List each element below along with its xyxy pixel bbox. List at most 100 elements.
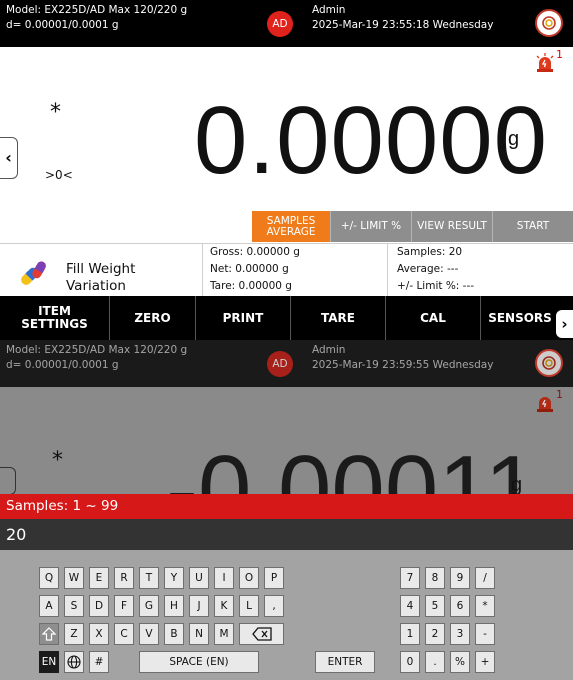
weight-unit[interactable]: g — [508, 128, 519, 151]
model-label: Model: EX225D/AD Max 120/220 g — [6, 344, 188, 356]
key-e[interactable]: E — [89, 567, 109, 589]
app-name: Fill Weight Variation — [66, 261, 135, 295]
key-z[interactable]: Z — [64, 623, 84, 645]
key-m[interactable]: M — [214, 623, 234, 645]
readability-label: d= 0.00001/0.0001 g — [6, 359, 119, 371]
key-j[interactable]: J — [189, 595, 209, 617]
key-x[interactable]: X — [89, 623, 109, 645]
key-plus[interactable]: + — [475, 651, 495, 673]
key-w[interactable]: W — [64, 567, 84, 589]
key-k[interactable]: K — [214, 595, 234, 617]
key-percent[interactable]: % — [450, 651, 470, 673]
power-icon — [535, 349, 563, 377]
key-u[interactable]: U — [189, 567, 209, 589]
user-label: Admin — [312, 4, 346, 16]
print-button[interactable]: PRINT — [196, 296, 291, 340]
key-c[interactable]: C — [114, 623, 134, 645]
power-icon[interactable] — [535, 9, 563, 37]
key-1[interactable]: 1 — [400, 623, 420, 645]
alarm-icon[interactable] — [535, 53, 555, 73]
space-key[interactable]: SPACE (EN) — [139, 651, 259, 673]
ad-badge[interactable]: AD — [267, 11, 293, 37]
key-n[interactable]: N — [189, 623, 209, 645]
item-settings-button[interactable]: ITEM SETTINGS — [0, 296, 110, 340]
pills-icon — [15, 255, 51, 291]
key-i[interactable]: I — [214, 567, 234, 589]
stability-indicator: * — [50, 100, 61, 125]
key-t[interactable]: T — [139, 567, 159, 589]
datetime-label: 2025-Mar-19 23:59:55 Wednesday — [312, 359, 494, 371]
alarm-icon — [535, 393, 555, 413]
stability-indicator: * — [52, 448, 63, 473]
input-dialog-title: Samples: 1 ~ 99 — [0, 494, 573, 519]
key-p[interactable]: P — [264, 567, 284, 589]
key-r[interactable]: R — [114, 567, 134, 589]
key-3[interactable]: 3 — [450, 623, 470, 645]
key-4[interactable]: 4 — [400, 595, 420, 617]
ad-badge: AD — [267, 351, 293, 377]
cal-button[interactable]: CAL — [386, 296, 481, 340]
samples-count: Samples: 20 — [397, 246, 463, 258]
key-asterisk[interactable]: * — [475, 595, 495, 617]
key-b[interactable]: B — [164, 623, 184, 645]
key-5[interactable]: 5 — [425, 595, 445, 617]
key-g[interactable]: G — [139, 595, 159, 617]
key-a[interactable]: A — [39, 595, 59, 617]
chevron-left-icon — [0, 467, 16, 495]
sample-count-input[interactable]: 20 — [0, 519, 573, 550]
chevron-left-icon[interactable]: ‹ — [0, 137, 18, 179]
key-comma[interactable]: , — [264, 595, 284, 617]
view-result-button[interactable]: VIEW RESULT — [412, 211, 493, 242]
action-bar: SAMPLES AVERAGE +/- LIMIT % VIEW RESULT … — [252, 211, 573, 242]
key-7[interactable]: 7 — [400, 567, 420, 589]
weight-display: 0.00000 — [194, 87, 549, 194]
key-0[interactable]: 0 — [400, 651, 420, 673]
key-h[interactable]: H — [164, 595, 184, 617]
key-f[interactable]: F — [114, 595, 134, 617]
globe-icon[interactable] — [64, 651, 84, 673]
limit-value: +/- Limit %: --- — [397, 280, 475, 292]
on-screen-keyboard: Q W E R T Y U I O P 7 8 9 / A S D F G H … — [0, 550, 573, 680]
status-header: Model: EX225D/AD Max 120/220 g d= 0.0000… — [0, 0, 573, 47]
readability-label: d= 0.00001/0.0001 g — [6, 19, 119, 31]
key-hash[interactable]: # — [89, 651, 109, 673]
key-s[interactable]: S — [64, 595, 84, 617]
model-label: Model: EX225D/AD Max 120/220 g — [6, 4, 188, 16]
key-v[interactable]: V — [139, 623, 159, 645]
backspace-icon[interactable] — [239, 623, 284, 645]
tare-value: Tare: 0.00000 g — [210, 280, 292, 292]
key-minus[interactable]: - — [475, 623, 495, 645]
alarm-count: 1 — [556, 48, 563, 61]
key-q[interactable]: Q — [39, 567, 59, 589]
samples-average-button[interactable]: SAMPLES AVERAGE — [252, 211, 331, 242]
key-o[interactable]: O — [239, 567, 259, 589]
chevron-right-icon[interactable]: › — [556, 310, 573, 338]
key-period[interactable]: . — [425, 651, 445, 673]
shift-key-icon[interactable] — [39, 623, 59, 645]
tare-button[interactable]: TARE — [291, 296, 386, 340]
key-2[interactable]: 2 — [425, 623, 445, 645]
start-button[interactable]: START — [493, 211, 573, 242]
key-y[interactable]: Y — [164, 567, 184, 589]
zero-button[interactable]: ZERO — [110, 296, 196, 340]
key-slash[interactable]: / — [475, 567, 495, 589]
key-6[interactable]: 6 — [450, 595, 470, 617]
gross-value: Gross: 0.00000 g — [210, 246, 300, 258]
key-9[interactable]: 9 — [450, 567, 470, 589]
net-value: Net: 0.00000 g — [210, 263, 289, 275]
user-label: Admin — [312, 344, 346, 356]
average-value: Average: --- — [397, 263, 459, 275]
limit-percent-button[interactable]: +/- LIMIT % — [331, 211, 412, 242]
key-d[interactable]: D — [89, 595, 109, 617]
alarm-count: 1 — [556, 388, 563, 401]
divider — [202, 244, 203, 297]
info-panel: Fill Weight Variation Gross: 0.00000 g N… — [0, 243, 573, 297]
language-key[interactable]: EN — [39, 651, 59, 673]
sample-entry-screen: Model: EX225D/AD Max 120/220 g d= 0.0000… — [0, 340, 573, 680]
key-8[interactable]: 8 — [425, 567, 445, 589]
enter-key[interactable]: ENTER — [315, 651, 375, 673]
status-header: Model: EX225D/AD Max 120/220 g d= 0.0000… — [0, 340, 573, 387]
key-l[interactable]: L — [239, 595, 259, 617]
datetime-label: 2025-Mar-19 23:55:18 Wednesday — [312, 19, 494, 31]
divider — [387, 244, 388, 297]
